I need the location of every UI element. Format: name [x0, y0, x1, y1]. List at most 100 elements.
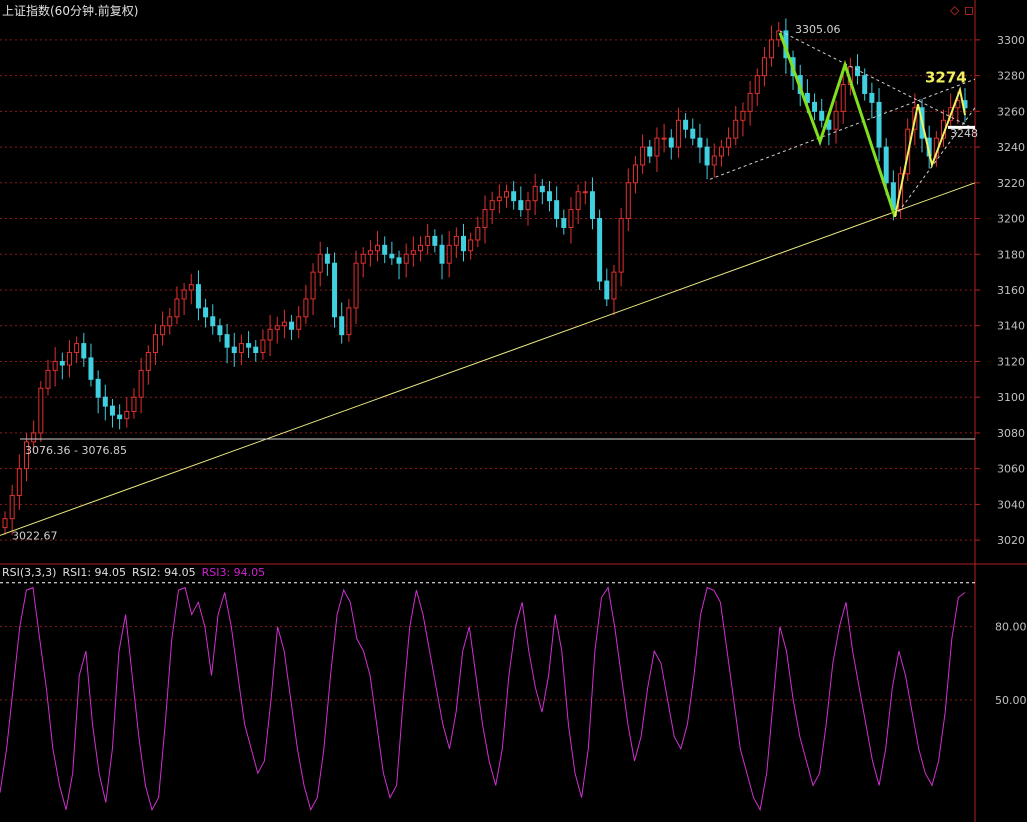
candle-body — [640, 146, 646, 166]
candle-body — [475, 226, 481, 241]
candle-body — [733, 119, 739, 139]
candle-body — [697, 137, 703, 148]
candle-body — [740, 110, 746, 121]
candle-body — [224, 334, 230, 348]
price-tick-label: 3120 — [997, 355, 1025, 368]
candle-body — [332, 262, 338, 318]
candle-body — [81, 343, 87, 359]
candle-body — [496, 196, 502, 202]
candle-body — [597, 218, 603, 282]
candle-body — [554, 200, 560, 220]
candle-body — [418, 244, 424, 252]
candle-body — [66, 352, 72, 366]
candle-body — [632, 164, 638, 184]
candle-body — [95, 378, 101, 398]
candle-body — [704, 146, 710, 166]
candle-body — [855, 66, 861, 77]
candle-body — [883, 146, 889, 184]
candle-body — [862, 75, 868, 94]
candle-body — [109, 405, 115, 416]
price-tick-label: 3160 — [997, 284, 1025, 297]
candle-body — [618, 218, 624, 273]
candle-body — [360, 253, 366, 264]
candle-body — [238, 343, 244, 354]
candle-body — [761, 57, 767, 77]
candle-body — [9, 494, 15, 520]
candle-body — [59, 360, 65, 366]
candle-body — [718, 146, 724, 157]
candle-body — [869, 92, 875, 103]
price-tick-label: 3200 — [997, 213, 1025, 226]
candle-body — [102, 396, 108, 407]
rsi-tick-label: 50.00 — [995, 694, 1027, 707]
candle-body — [611, 271, 617, 300]
candle-body — [539, 185, 545, 193]
high-price-label: 3305.06 — [795, 23, 841, 36]
candle-body — [303, 298, 309, 318]
right-price-label: 3248 — [950, 127, 978, 140]
candle-body — [403, 253, 409, 264]
candle-body — [532, 185, 538, 202]
candle-body — [160, 325, 166, 336]
candle-body — [367, 250, 373, 255]
candle-body — [683, 119, 689, 130]
candle-body — [167, 316, 173, 327]
candle-body — [124, 410, 130, 420]
candle-body — [45, 369, 51, 389]
candle-body — [260, 339, 266, 354]
candle-body — [203, 307, 209, 318]
candle-body — [461, 235, 467, 252]
candle-body — [117, 414, 123, 420]
candle-body — [568, 209, 574, 228]
low-price-label: 3022.67 — [12, 529, 58, 542]
candle-body — [690, 128, 696, 139]
candle-body — [324, 253, 330, 264]
chart-canvas: 3300 3280 3260 3240 3220 3200 3180 3160 3140 3120… — [0, 0, 1027, 822]
candle-body — [819, 110, 825, 121]
candle-body — [489, 200, 495, 211]
candle-body — [439, 244, 445, 264]
candle-body — [389, 253, 395, 259]
candle-body — [518, 200, 524, 211]
rsi-line — [0, 586, 966, 812]
candle-body — [668, 137, 674, 148]
candle-body — [647, 146, 653, 157]
candle-body — [711, 155, 717, 166]
candle-body — [181, 289, 187, 300]
candle-body — [525, 200, 531, 211]
candle-body — [589, 191, 595, 220]
candle-body — [833, 110, 839, 130]
candle-body — [425, 235, 431, 246]
candle-body — [2, 518, 8, 529]
candle-body — [289, 321, 295, 330]
candle-body — [654, 137, 660, 157]
price-tick-label: 3040 — [997, 498, 1025, 511]
candle-body — [382, 244, 388, 255]
price-tick-label: 3240 — [997, 141, 1025, 154]
candle-body — [217, 325, 223, 336]
candle-body — [812, 101, 818, 112]
candle-body — [310, 271, 316, 300]
candle-body — [339, 316, 345, 336]
candle-body — [410, 250, 416, 255]
target-price-label: 3274 — [925, 68, 967, 86]
candle-body — [253, 346, 259, 354]
candle-body — [468, 239, 474, 252]
candle-body — [754, 75, 760, 94]
candle-body — [840, 84, 846, 112]
candle-body — [876, 101, 882, 148]
candle-body — [511, 191, 517, 202]
candle-body — [138, 369, 144, 398]
candle-body — [246, 343, 252, 348]
price-tick-label: 3080 — [997, 427, 1025, 440]
candle-body — [52, 360, 58, 371]
candle-body — [195, 284, 201, 309]
candle-body — [16, 468, 22, 496]
candle-body — [432, 235, 438, 246]
candle-body — [446, 244, 452, 264]
candle-body — [296, 316, 302, 330]
candle-body — [88, 357, 94, 380]
candle-body — [31, 432, 37, 443]
candle-body — [152, 334, 158, 354]
candle-body — [74, 343, 80, 354]
